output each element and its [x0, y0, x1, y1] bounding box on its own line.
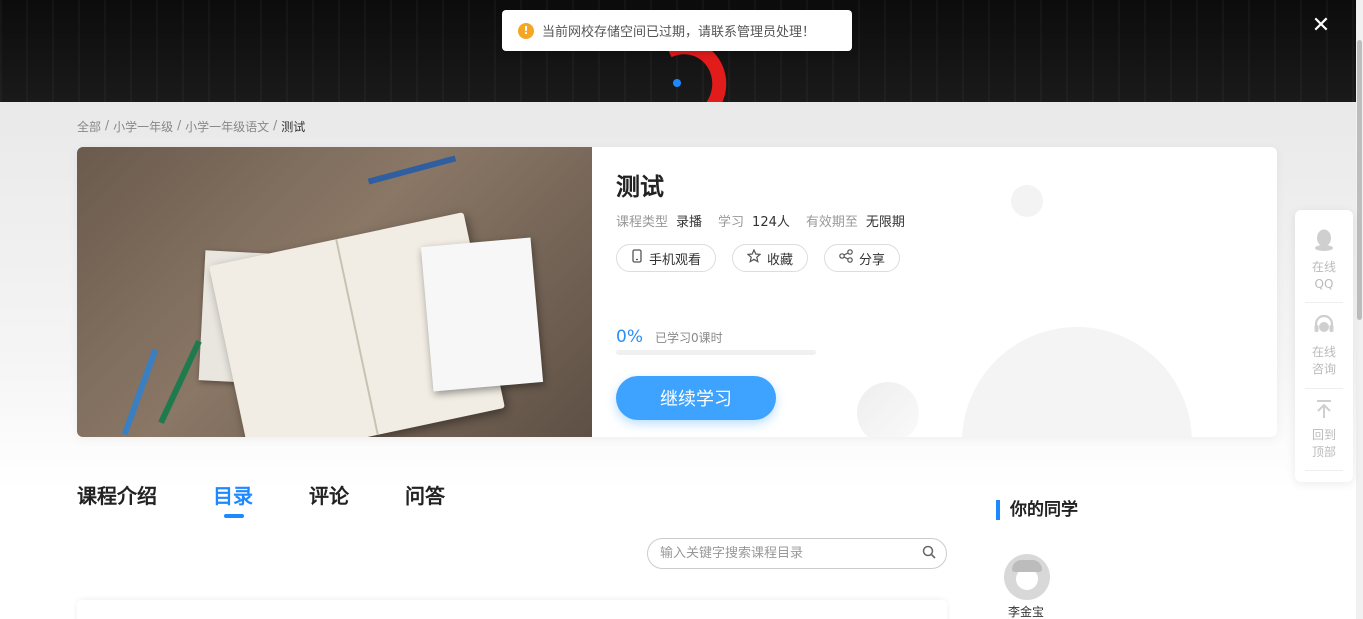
online-qq-button[interactable]: 在线 QQ — [1295, 228, 1353, 293]
avatar-hair — [1012, 560, 1042, 572]
sidebar-divider — [1305, 470, 1343, 471]
course-type-value: 录播 — [676, 215, 703, 230]
progress-percent: 0% — [616, 327, 643, 347]
course-type-label: 课程类型 — [616, 215, 669, 230]
breadcrumb-separator: / — [105, 118, 110, 132]
study-count-label: 学习 — [718, 215, 745, 230]
validity-value: 无限期 — [865, 215, 905, 230]
back-to-top-label: 回到 顶部 — [1311, 428, 1336, 459]
online-consult-button[interactable]: 在线 咨询 — [1295, 313, 1353, 378]
study-count-value: 124人 — [752, 215, 790, 230]
validity-label: 有效期至 — [805, 215, 858, 230]
breadcrumb-link-grade[interactable]: 小学一年级 — [113, 118, 173, 135]
cover-notepad — [420, 237, 544, 392]
favorite-button[interactable]: 收藏 — [732, 244, 809, 272]
headset-icon — [1295, 313, 1353, 342]
breadcrumb-link-subject[interactable]: 小学一年级语文 — [185, 118, 269, 135]
tab-catalog[interactable]: 目录 — [213, 480, 253, 518]
cover-pencil — [158, 339, 202, 425]
scrollbar-thumb[interactable] — [1357, 40, 1362, 320]
warning-icon: ! — [518, 22, 534, 39]
online-consult-label: 在线 咨询 — [1311, 345, 1336, 376]
star-icon — [746, 248, 762, 267]
share-icon — [839, 249, 853, 267]
breadcrumb: 全部 / 小学一年级 / 小学一年级语文 / 测试 — [77, 118, 305, 135]
phone-icon — [631, 249, 643, 267]
mobile-watch-label: 手机观看 — [649, 252, 702, 268]
course-title: 测试 — [616, 173, 664, 201]
favorite-label: 收藏 — [767, 252, 794, 268]
classmate-name: 李金宝 — [1008, 605, 1045, 619]
arrow-up-icon — [1295, 398, 1353, 425]
cover-pencil — [121, 348, 159, 436]
continue-learning-button[interactable]: 继续学习 — [616, 376, 776, 420]
active-tab-indicator — [224, 514, 244, 518]
course-actions: 手机观看 收藏 分享 — [616, 244, 901, 272]
progress-detail: 已学习0课时 — [654, 331, 723, 345]
tab-qa[interactable]: 问答 — [405, 480, 445, 509]
expiry-toast: ! 当前网校存储空间已过期，请联系管理员处理！ — [502, 10, 852, 51]
catalog-search-input[interactable] — [660, 546, 910, 561]
share-button[interactable]: 分享 — [824, 244, 901, 272]
cover-pencil — [367, 155, 457, 185]
sidebar-divider — [1305, 302, 1343, 303]
qq-icon — [1295, 228, 1353, 257]
floating-service-bar: 在线 QQ 在线 咨询 回到 顶部 — [1295, 210, 1353, 482]
breadcrumb-current: 测试 — [281, 120, 306, 134]
avatar[interactable] — [1004, 554, 1050, 600]
progress-bar — [616, 350, 816, 355]
back-to-top-button[interactable]: 回到 顶部 — [1295, 398, 1353, 461]
close-icon[interactable]: ✕ — [1310, 15, 1332, 37]
classmates-heading: 你的同学 — [996, 500, 1078, 520]
tab-comments[interactable]: 评论 — [309, 480, 349, 509]
online-qq-label: 在线 QQ — [1311, 260, 1336, 291]
sidebar-divider — [1305, 388, 1343, 389]
tab-intro[interactable]: 课程介绍 — [77, 480, 157, 509]
progress-summary: 0% 已学习0课时 — [616, 327, 723, 347]
search-icon[interactable] — [922, 545, 936, 563]
breadcrumb-link-all[interactable]: 全部 — [77, 118, 101, 135]
decorative-circle — [1011, 185, 1043, 217]
breadcrumb-separator: / — [177, 118, 182, 132]
share-label: 分享 — [859, 252, 886, 268]
carousel-indicator-dot[interactable] — [673, 79, 681, 87]
toast-message: 当前网校存储空间已过期，请联系管理员处理！ — [542, 25, 816, 40]
course-meta: 课程类型 录播 学习 124人 有效期至 无限期 — [616, 211, 921, 230]
catalog-content-card — [77, 600, 947, 619]
mobile-watch-button[interactable]: 手机观看 — [616, 244, 717, 272]
catalog-search — [647, 538, 947, 569]
course-tabs: 课程介绍 目录 评论 问答 — [77, 480, 501, 518]
tab-catalog-label: 目录 — [213, 484, 253, 508]
course-card: 测试 课程类型 录播 学习 124人 有效期至 无限期 手机观看 收藏 分享 0… — [77, 147, 1277, 437]
course-cover-image — [77, 147, 592, 437]
decorative-circle — [857, 382, 919, 437]
breadcrumb-separator: / — [273, 118, 278, 132]
